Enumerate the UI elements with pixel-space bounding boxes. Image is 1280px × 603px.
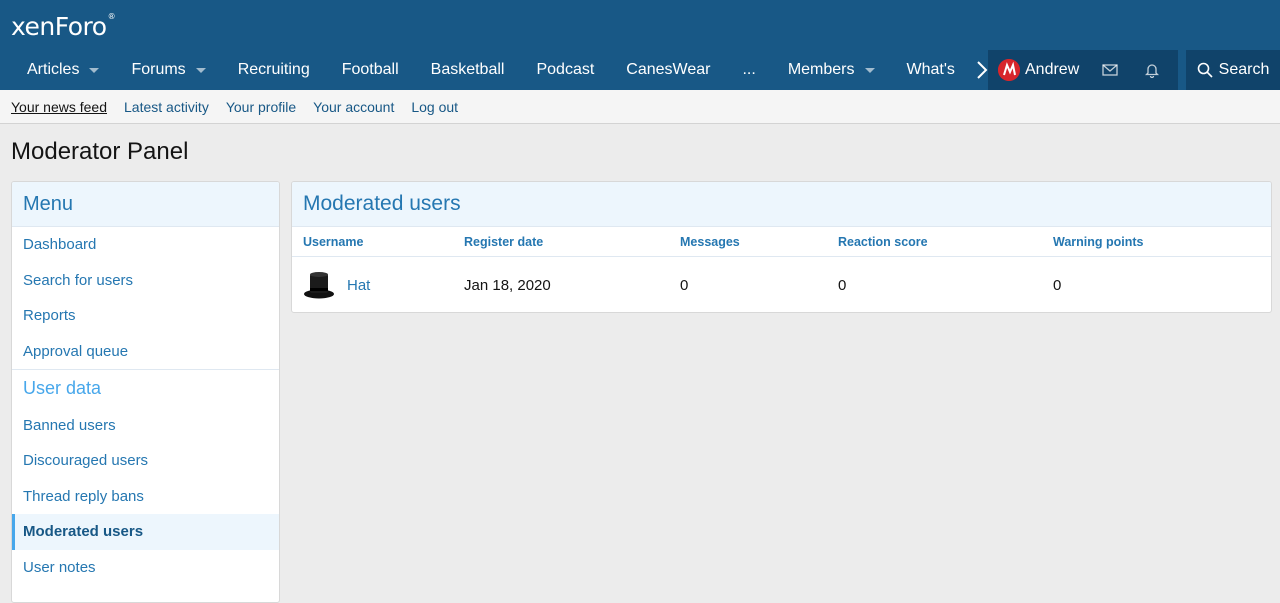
sidebar-item-dashboard[interactable]: Dashboard [12, 227, 279, 263]
search-button[interactable]: Search [1186, 50, 1280, 90]
nav-articles[interactable]: Articles [0, 50, 115, 90]
col-warning-points[interactable]: Warning points [1053, 235, 1253, 249]
nav-football[interactable]: Football [326, 50, 415, 90]
main-nav: Articles Forums Recruiting Football Bask… [0, 50, 1280, 90]
cell-reaction-score: 0 [838, 276, 847, 294]
user-avatar[interactable] [998, 59, 1020, 81]
chevron-down-icon[interactable] [195, 67, 206, 73]
inbox-button[interactable] [1089, 50, 1131, 90]
sidebar-item-user-notes[interactable]: User notes [12, 550, 279, 586]
bell-icon [1145, 64, 1160, 78]
nav-more[interactable]: ... [726, 50, 771, 90]
user-link[interactable]: Hat [347, 277, 370, 294]
search-label: Search [1218, 61, 1270, 78]
account-area: Andrew [988, 50, 1178, 90]
subnav-latest-activity[interactable]: Latest activity [124, 99, 209, 115]
table-row: Hat Jan 18, 2020 0 0 0 [292, 257, 1271, 312]
account-menu[interactable]: Andrew [988, 50, 1089, 90]
avatar[interactable] [303, 269, 335, 301]
cell-warning-points: 0 [1053, 276, 1062, 294]
subnav-news-feed[interactable]: Your news feed [11, 99, 107, 115]
sub-nav: Your news feed Latest activity Your prof… [0, 90, 1280, 124]
cell-register-date: Jan 18, 2020 [464, 276, 551, 294]
sidebar-item-discouraged-users[interactable]: Discouraged users [12, 443, 279, 479]
nav-recruiting[interactable]: Recruiting [222, 50, 326, 90]
nav-forums[interactable]: Forums [115, 50, 221, 90]
envelope-icon [1102, 64, 1118, 76]
alerts-button[interactable] [1131, 50, 1173, 90]
page-title: Moderator Panel [11, 138, 189, 165]
nav-podcast[interactable]: Podcast [520, 50, 610, 90]
col-username[interactable]: Username [292, 235, 464, 249]
top-hat-icon [304, 272, 334, 299]
account-username[interactable]: Andrew [1025, 61, 1079, 79]
site-header: xenForo® [0, 0, 1280, 50]
nav-scroll-right[interactable] [918, 50, 992, 90]
sidebar-item-approval-queue[interactable]: Approval queue [12, 334, 279, 370]
cell-messages: 0 [680, 276, 689, 294]
nav-basketball[interactable]: Basketball [415, 50, 521, 90]
cell-username: Hat [292, 269, 464, 301]
nav-caneswear[interactable]: CanesWear [610, 50, 726, 90]
sidebar-item-moderated-users[interactable]: Moderated users [12, 514, 279, 550]
table-header: Username Register date Messages Reaction… [292, 227, 1271, 257]
subnav-your-profile[interactable]: Your profile [226, 99, 296, 115]
sidebar-item-thread-reply-bans[interactable]: Thread reply bans [12, 479, 279, 515]
sidebar-item-banned-users[interactable]: Banned users [12, 407, 279, 443]
chevron-right-icon[interactable] [976, 61, 988, 79]
search-icon [1197, 62, 1213, 78]
subnav-log-out[interactable]: Log out [411, 99, 458, 115]
subnav-your-account[interactable]: Your account [313, 99, 394, 115]
col-messages[interactable]: Messages [680, 235, 838, 249]
block-title: Moderated users [292, 182, 1271, 227]
nav-members[interactable]: Members [772, 50, 891, 90]
chevron-down-icon[interactable] [864, 67, 875, 73]
sidebar-item-search-users[interactable]: Search for users [12, 263, 279, 299]
sidebar-menu: Menu Dashboard Search for users Reports … [11, 181, 280, 603]
sidebar-menu-title: Menu [12, 182, 279, 227]
col-register-date[interactable]: Register date [464, 235, 680, 249]
moderated-users-block: Moderated users Username Register date M… [291, 181, 1272, 313]
col-reaction-score[interactable]: Reaction score [838, 235, 1053, 249]
site-logo[interactable]: xenForo® [11, 12, 116, 41]
sidebar-item-reports[interactable]: Reports [12, 298, 279, 334]
user-avatar-logo-icon [998, 59, 1020, 81]
sidebar-section-user-data: User data [12, 369, 279, 407]
chevron-down-icon[interactable] [89, 67, 100, 73]
